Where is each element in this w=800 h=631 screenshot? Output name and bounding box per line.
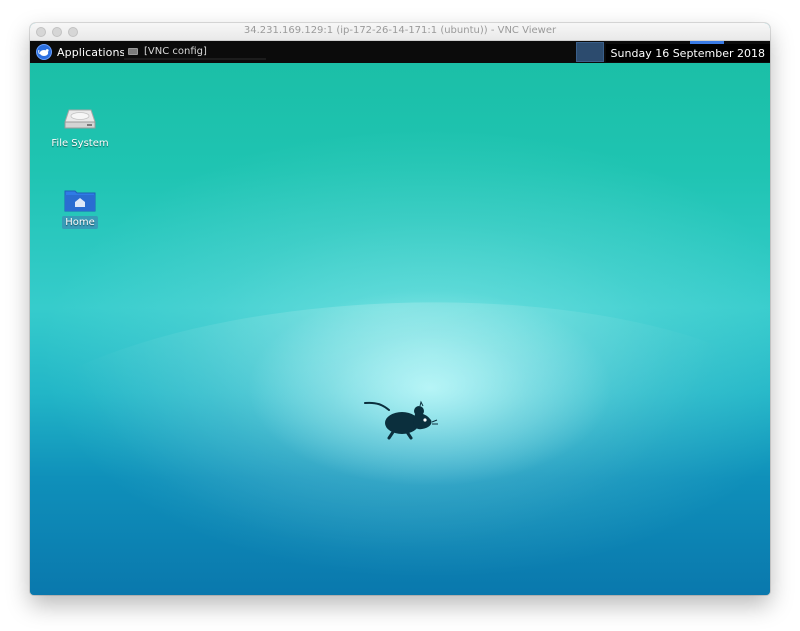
xfce-logo-icon <box>36 44 52 60</box>
applications-menu-button[interactable]: Applications <box>32 43 129 61</box>
top-panel: Applications [VNC config] Sunday 16 Sept… <box>30 41 770 63</box>
window-icon <box>128 47 138 55</box>
wallpaper-wave <box>30 288 770 595</box>
home-label: Home <box>62 216 98 229</box>
home-folder-icon <box>63 184 97 214</box>
taskbar-item-label: [VNC config] <box>144 45 207 57</box>
window-title: 34.231.169.129:1 (ip-172-26-14-171:1 (ub… <box>243 25 557 36</box>
window-titlebar[interactable]: 34.231.169.129:1 (ip-172-26-14-171:1 (ub… <box>30 23 770 41</box>
applications-label: Applications <box>57 45 126 59</box>
vnc-viewer-window: 34.231.169.129:1 (ip-172-26-14-171:1 (ub… <box>30 23 770 595</box>
taskbar-item-vnc-config[interactable]: [VNC config] <box>124 44 266 60</box>
desktop-area[interactable]: File System Home <box>30 63 770 595</box>
workspace-switcher[interactable] <box>576 42 604 62</box>
panel-clock[interactable]: Sunday 16 September 2018 <box>605 44 770 62</box>
desktop-icon-home[interactable]: Home <box>43 184 117 229</box>
xfce-mouse-icon <box>363 396 439 440</box>
desktop-icon-file-system[interactable]: File System <box>43 105 117 150</box>
file-system-label: File System <box>51 138 109 149</box>
drive-icon <box>63 105 97 135</box>
